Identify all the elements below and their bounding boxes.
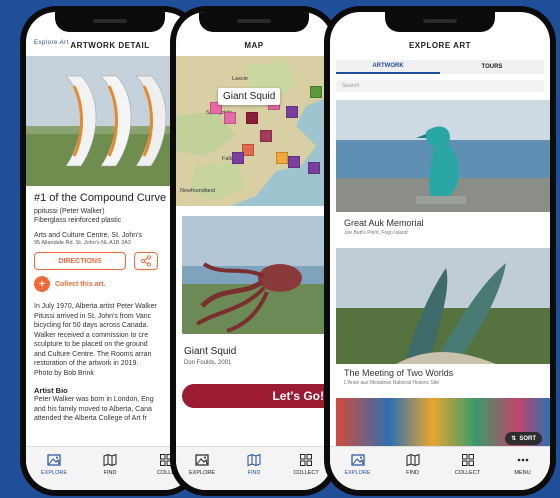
map-marker[interactable] [224,112,236,124]
map-marker[interactable] [288,156,300,168]
share-icon [140,255,152,267]
artwork-card-title: Giant Squid [184,346,237,357]
header-label: MAP [244,40,264,50]
segment-tabs: ARTWORK TOURS [336,60,544,74]
list-item-title: The Meeting of Two Worlds [344,368,454,378]
venue-address: 95 Allandale Rd. St. John's NL A1B 3A3 [34,240,131,246]
map-icon [247,453,261,467]
page-title: MAP [176,34,332,56]
image-icon [195,454,209,466]
artwork-list-item-photo[interactable] [336,100,550,212]
tab-find[interactable]: FIND [391,453,435,490]
collect-art-link[interactable]: + Collect this art. [34,276,188,292]
screen-explore-art: EXPLORE ART ARTWORK TOURS Search Great A… [330,12,550,490]
tab-collect[interactable]: COLLECT [284,453,328,490]
great-auk-illustration [336,100,550,212]
phone-notch [55,12,165,32]
grid-icon [300,454,312,466]
map-marker[interactable] [246,112,258,124]
map-marker[interactable] [286,106,298,118]
tab-explore[interactable]: EXPLORE [180,453,224,490]
sort-icon: ⇅ [511,436,517,442]
bottom-tab-bar: EXPLORE FIND COLLECT [176,446,332,490]
map-marker[interactable] [276,152,288,164]
list-item-title: Great Auk Memorial [344,218,424,228]
artwork-title: #1 of the Compound Curve [34,192,167,204]
list-item[interactable]: The Meeting of Two Worlds L'Anse aux Mea… [344,368,453,386]
screen-artwork-detail: Explore Art ARTWORK DETAIL #1 of the Com… [26,12,194,490]
map-icon [406,453,419,467]
sort-button[interactable]: ⇅ SORT [505,432,542,445]
list-item-subtitle: L'Anse aux Meadows National Historic Sit… [344,380,440,386]
tab-find[interactable]: FIND [232,453,276,490]
image-icon [350,454,365,466]
land-shape [176,56,332,206]
phone-notch [385,12,495,32]
tab-explore[interactable]: EXPLORE [336,453,380,490]
share-button[interactable] [134,252,158,270]
map-label: Lascie [232,76,248,82]
tab-find[interactable]: FIND [88,453,132,490]
tab-collect[interactable]: COLLECT [446,453,490,490]
list-item[interactable]: Great Auk Memorial Joe Batt's Point, Fog… [344,218,424,236]
artwork-material: Fiberglass reinforced plastic [34,217,122,224]
map-marker[interactable] [308,162,320,174]
phone-map: MAP Lascie Springdale Falls Newfoundland [170,6,338,496]
image-icon [47,454,61,466]
page-title: Explore Art ARTWORK DETAIL [26,34,194,56]
bottom-tab-bar: EXPLORE FIND COLLE [26,446,194,490]
map-marker[interactable] [260,130,272,142]
artwork-card-subtitle: Don Foulds, 2001 [184,360,232,366]
sculpture-illustration [26,56,194,186]
tab-artwork[interactable]: ARTWORK [336,60,440,74]
map-marker[interactable] [310,86,322,98]
screen-map: MAP Lascie Springdale Falls Newfoundland [176,12,332,490]
directions-button[interactable]: DIRECTIONS [34,252,126,270]
map-marker[interactable] [232,152,244,164]
venue-name: Arts and Culture Centre, St. John's [34,232,142,239]
action-row: DIRECTIONS [34,252,188,270]
more-dots-icon [517,458,528,462]
map-icon [103,453,117,467]
tab-explore[interactable]: EXPLORE [32,453,76,490]
grid-icon [461,454,474,466]
list-item-subtitle: Joe Batt's Point, Fogo Island [344,230,408,236]
map-callout[interactable]: Giant Squid [218,88,281,105]
artwork-info: #1 of the Compound Curve ppitussi (Peter… [34,192,188,424]
phone-explore-art: EXPLORE ART ARTWORK TOURS Search Great A… [324,6,556,496]
bottom-tab-bar: EXPLORE FIND COLLECT MENU [330,446,550,490]
tab-tours[interactable]: TOURS [440,60,544,74]
artist-bio: Peter Walker was born in London, Eng and… [34,396,154,422]
squid-sculpture-illustration [182,216,326,334]
search-input[interactable]: Search [336,80,544,92]
header-label: ARTWORK DETAIL [70,40,150,50]
artwork-description: In July 1970, Alberta artist Peter Walke… [34,303,157,377]
artwork-list-item-photo[interactable] [336,248,550,364]
meeting-sculpture-illustration [336,248,550,364]
artist-bio-heading: Artist Bio [34,386,68,395]
map-view[interactable]: Lascie Springdale Falls Newfoundland Gia… [176,56,332,206]
tab-menu[interactable]: MENU [501,453,545,490]
artist-name: ppitussi (Peter Walker) [34,208,105,215]
artwork-card-photo[interactable] [182,216,326,334]
page-title: EXPLORE ART [330,34,550,56]
map-label: Newfoundland [180,188,216,194]
phone-notch [199,12,309,32]
header-label: EXPLORE ART [408,40,472,50]
back-link[interactable]: Explore Art [34,40,69,46]
plus-icon: + [34,276,50,292]
lets-go-button[interactable]: Let's Go! [182,384,332,408]
collect-label: Collect this art. [55,280,106,288]
artwork-photo [26,56,194,186]
